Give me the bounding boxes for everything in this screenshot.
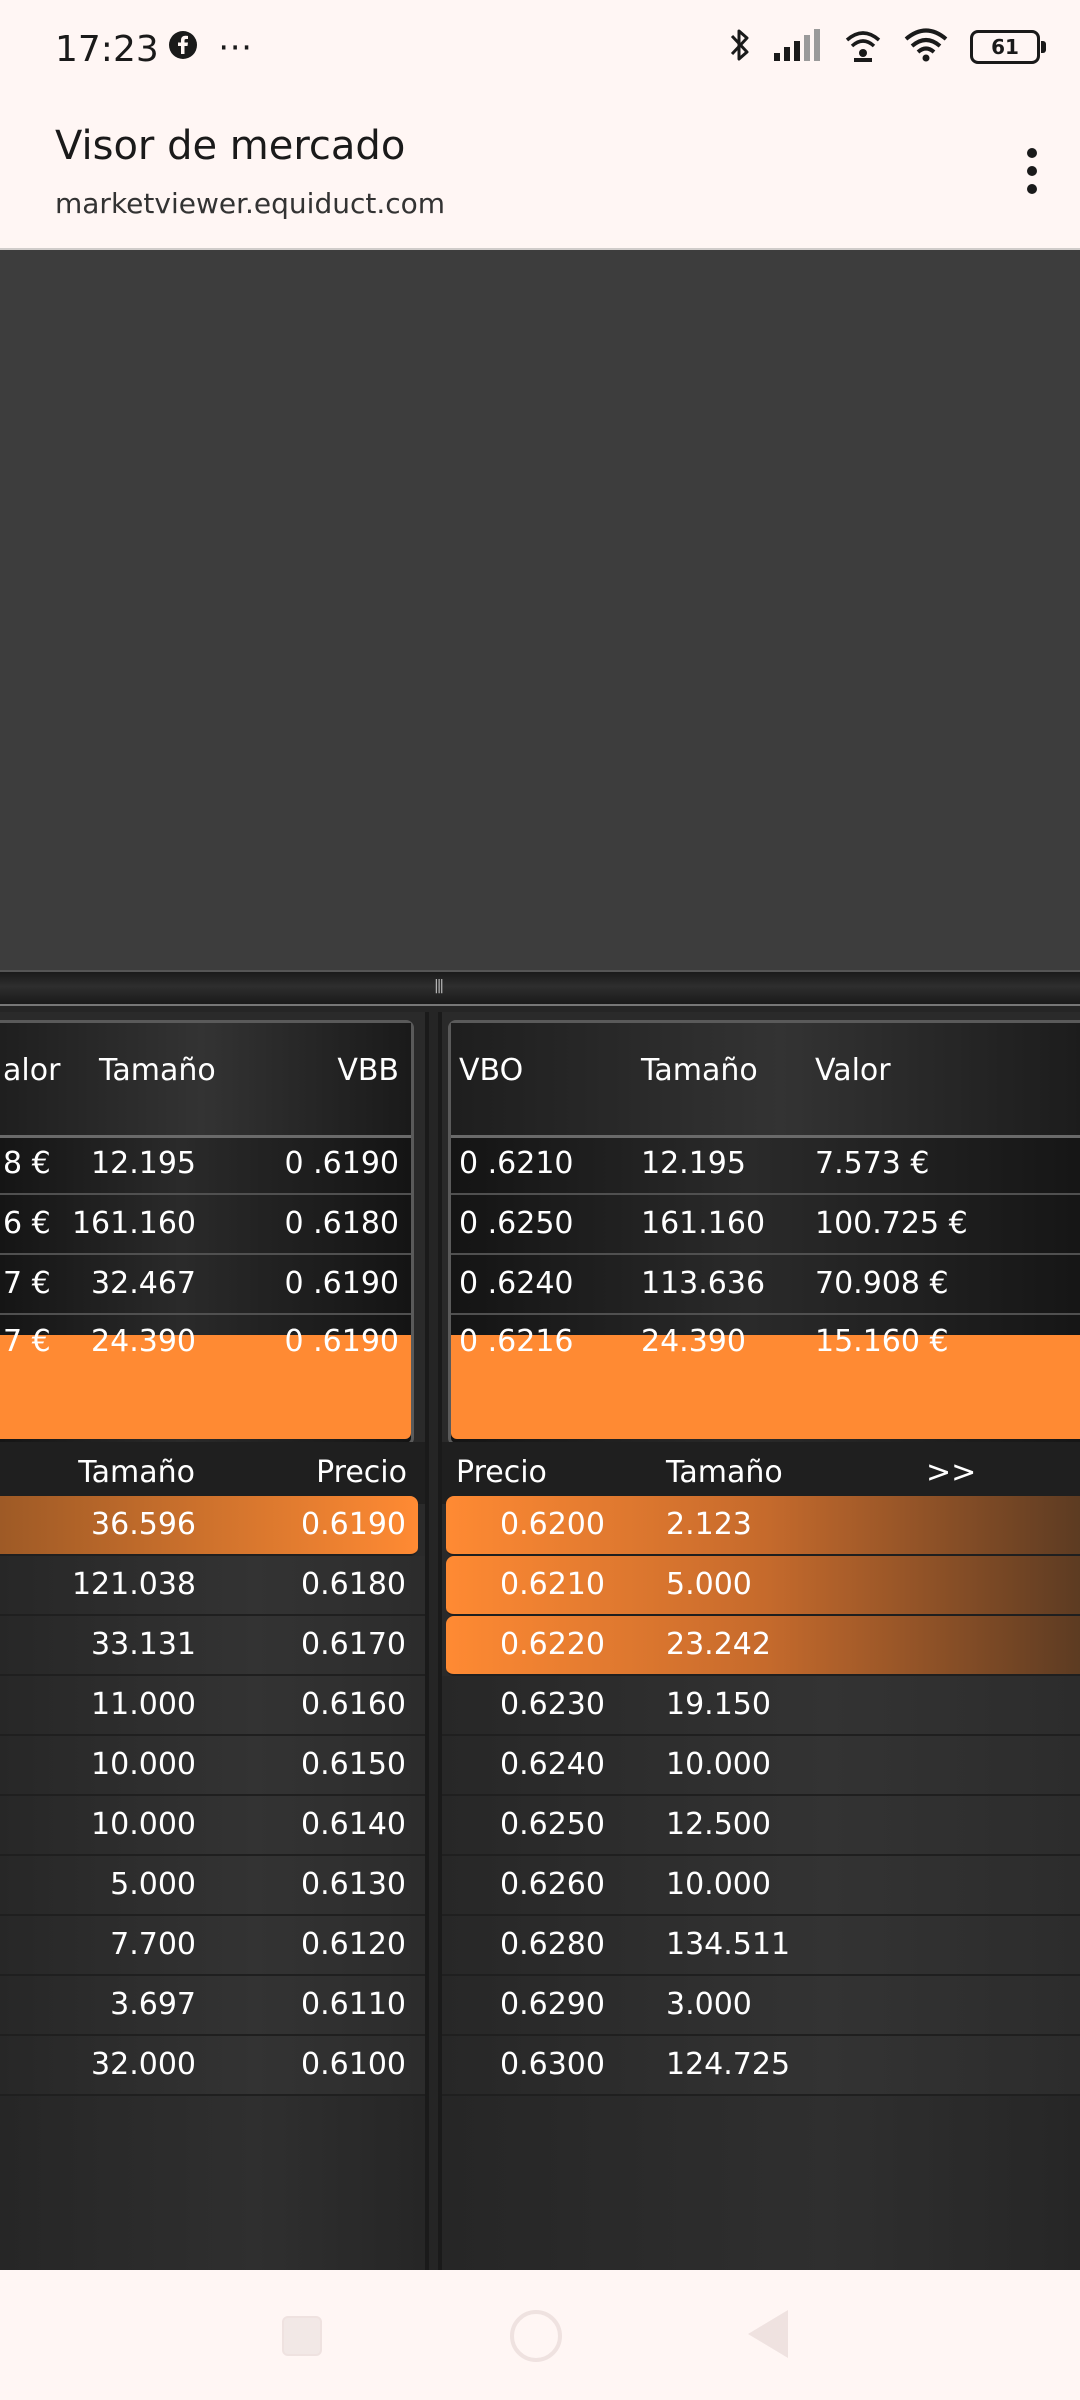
bid-book-row[interactable]: 121.038 0.6180 bbox=[0, 1556, 425, 1616]
hotspot-icon bbox=[844, 28, 882, 66]
header-precio: Precio bbox=[456, 1455, 547, 1490]
bid-book-row[interactable]: 36.596 0.6190 bbox=[0, 1496, 418, 1556]
battery-level: 61 bbox=[991, 35, 1019, 59]
status-left-icons: ⋯ bbox=[168, 30, 252, 64]
drag-handle-icon[interactable]: ||| bbox=[434, 978, 444, 994]
header-tamano: Tamaño bbox=[666, 1455, 783, 1490]
header-precio: Precio bbox=[316, 1455, 407, 1490]
status-bar: 17:23 ⋯ 61 bbox=[0, 0, 1080, 100]
bid-book-row[interactable]: 10.000 0.6150 bbox=[0, 1736, 425, 1796]
bid-summary-row[interactable]: 7 € 32.467 0 .6190 bbox=[0, 1255, 411, 1315]
navigation-bar bbox=[0, 2270, 1080, 2400]
bid-summary-row[interactable]: 8 € 12.195 0 .6190 bbox=[0, 1135, 411, 1195]
wifi-icon bbox=[904, 28, 948, 66]
ask-book-row[interactable]: 0.6290 3.000 bbox=[442, 1976, 1080, 2036]
more-options-button[interactable] bbox=[1002, 136, 1062, 206]
ask-panel: VBO Tamaño Valor 0 .6210 12.195 7.573 € … bbox=[438, 1012, 1080, 2270]
bid-summary: alor Tamaño VBB 8 € 12.195 0 .6190 6 € 1… bbox=[0, 1020, 414, 1446]
ask-summary: VBO Tamaño Valor 0 .6210 12.195 7.573 € … bbox=[448, 1020, 1080, 1446]
bid-book-row[interactable]: 7.700 0.6120 bbox=[0, 1916, 425, 1976]
header-valor: Valor bbox=[815, 1053, 891, 1088]
page-title: Visor de mercado bbox=[55, 123, 406, 169]
header-valor: alor bbox=[3, 1053, 61, 1088]
bid-book-row[interactable]: 10.000 0.6140 bbox=[0, 1796, 425, 1856]
ask-book-row[interactable]: 0.6250 12.500 bbox=[442, 1796, 1080, 1856]
ask-book-empty-area bbox=[442, 2096, 1080, 2270]
ask-book-row[interactable]: 0.6280 134.511 bbox=[442, 1916, 1080, 1976]
header-vbb: VBB bbox=[337, 1053, 399, 1088]
back-button[interactable] bbox=[748, 2310, 788, 2358]
ask-book-row[interactable]: 0.6230 19.150 bbox=[442, 1676, 1080, 1736]
ask-book-row[interactable]: 0.6210 5.000 bbox=[446, 1556, 1080, 1616]
header-tamano: Tamaño bbox=[641, 1053, 758, 1088]
status-time: 17:23 bbox=[55, 29, 159, 70]
bid-book-row[interactable]: 5.000 0.6130 bbox=[0, 1856, 425, 1916]
bluetooth-icon bbox=[728, 26, 752, 68]
header-vbo: VBO bbox=[459, 1053, 524, 1088]
ask-summary-row-highlighted[interactable]: 0 .6216 24.390 15.160 € bbox=[451, 1324, 1080, 1439]
bid-book-row[interactable]: 3.697 0.6110 bbox=[0, 1976, 425, 2036]
more-options-icon bbox=[1027, 148, 1037, 158]
ask-book-row[interactable]: 0.6260 10.000 bbox=[442, 1856, 1080, 1916]
battery-icon: 61 bbox=[970, 30, 1046, 64]
bid-book-row[interactable]: 32.000 0.6100 bbox=[0, 2036, 425, 2096]
ask-book-row[interactable]: 0.6200 2.123 bbox=[446, 1496, 1080, 1556]
page-url[interactable]: marketviewer.equiduct.com bbox=[55, 186, 445, 222]
bid-panel: alor Tamaño VBB 8 € 12.195 0 .6190 6 € 1… bbox=[0, 1012, 429, 2270]
home-button[interactable] bbox=[510, 2310, 562, 2362]
ask-summary-row[interactable]: 0 .6250 161.160 100.725 € bbox=[451, 1195, 1080, 1255]
ask-book-row[interactable]: 0.6300 124.725 bbox=[442, 2036, 1080, 2096]
more-columns-button[interactable]: >> bbox=[926, 1452, 976, 1494]
browser-header: Visor de mercado marketviewer.equiduct.c… bbox=[0, 100, 1080, 250]
chart-area[interactable] bbox=[0, 250, 1080, 970]
header-tamano: Tamaño bbox=[78, 1455, 195, 1490]
facebook-icon bbox=[168, 30, 198, 64]
ask-summary-row[interactable]: 0 .6240 113.636 70.908 € bbox=[451, 1255, 1080, 1315]
bid-book-row[interactable]: 33.131 0.6170 bbox=[0, 1616, 425, 1676]
more-notifications-icon: ⋯ bbox=[218, 27, 252, 67]
bid-book-empty-area bbox=[0, 2096, 425, 2270]
bid-summary-row-highlighted[interactable]: 7 € 24.390 0 .6190 bbox=[0, 1324, 411, 1439]
bid-summary-header: alor Tamaño VBB bbox=[0, 1023, 411, 1138]
ask-book-row[interactable]: 0.6240 10.000 bbox=[442, 1736, 1080, 1796]
ask-book-row[interactable]: 0.6220 23.242 bbox=[446, 1616, 1080, 1676]
signal-icon bbox=[774, 29, 822, 65]
header-tamano: Tamaño bbox=[99, 1053, 216, 1088]
panel-splitter[interactable]: ||| bbox=[0, 970, 1080, 1006]
bid-book-row[interactable]: 11.000 0.6160 bbox=[0, 1676, 425, 1736]
ask-summary-row[interactable]: 0 .6210 12.195 7.573 € bbox=[451, 1135, 1080, 1195]
recent-apps-button[interactable] bbox=[282, 2316, 322, 2356]
ask-summary-header: VBO Tamaño Valor bbox=[451, 1023, 1080, 1138]
bid-book-header: Tamaño Precio bbox=[0, 1442, 425, 1504]
status-right-icons: 61 bbox=[728, 26, 1046, 68]
bid-summary-row[interactable]: 6 € 161.160 0 .6180 bbox=[0, 1195, 411, 1255]
ask-book-header: Precio Tamaño >> bbox=[442, 1442, 1080, 1504]
